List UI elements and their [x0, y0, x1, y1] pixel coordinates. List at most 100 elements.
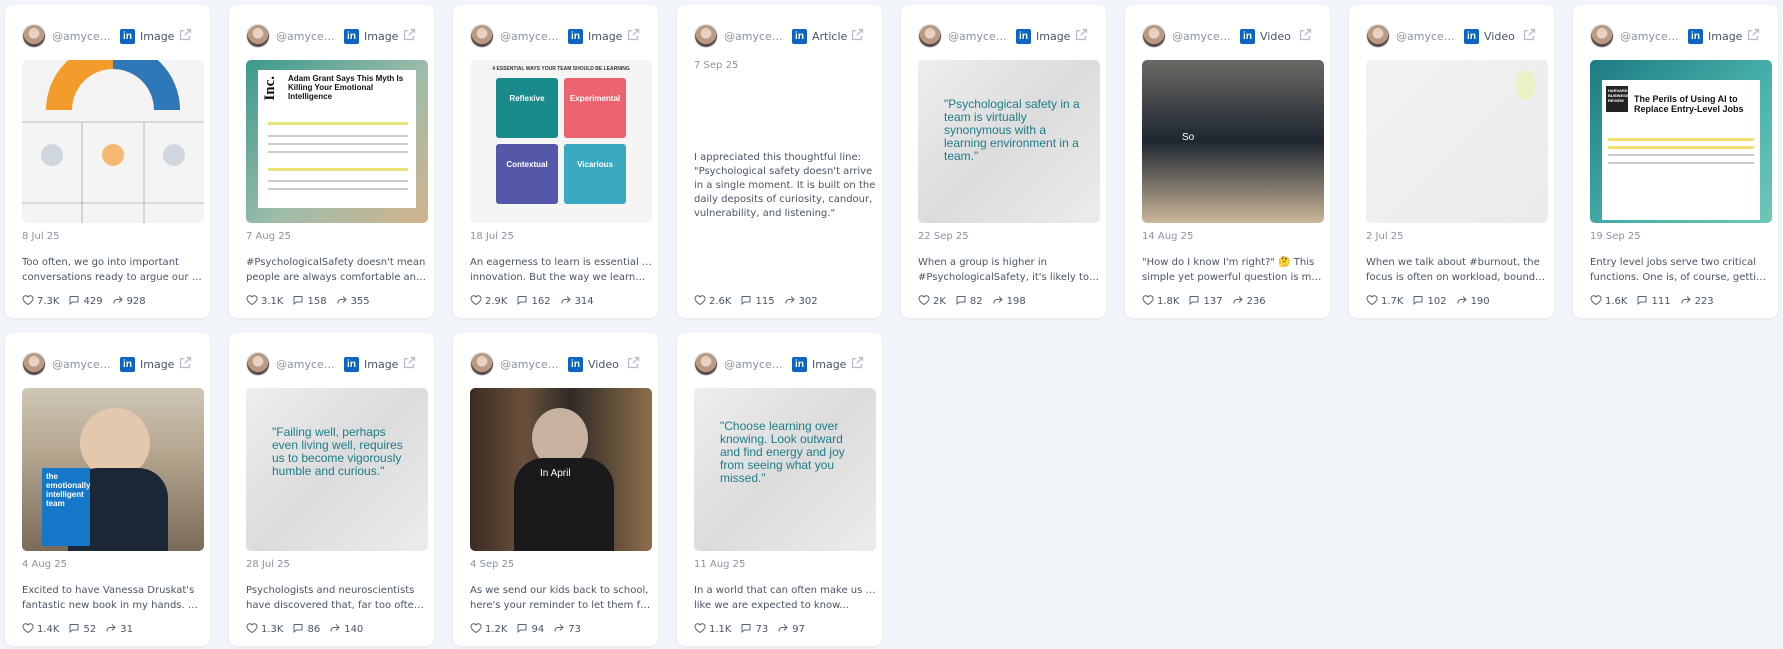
post-media[interactable]: So: [1142, 60, 1324, 223]
post-type-label: Image: [1708, 29, 1743, 43]
external-link-icon[interactable]: [1074, 27, 1089, 46]
post-media[interactable]: 4 ESSENTIAL WAYS YOUR TEAM SHOULD BE LEA…: [470, 60, 652, 223]
external-link-icon[interactable]: [402, 27, 417, 46]
post-caption: Psychologists and neuroscientists have d…: [246, 583, 428, 613]
post-media[interactable]: "Choose learning over knowing. Look outw…: [694, 388, 876, 551]
post-card[interactable]: @amycedmondson in Video 2 Jul 25 When we…: [1349, 5, 1554, 318]
post-media[interactable]: Inc. Adam Grant Says This Myth Is Killin…: [246, 60, 428, 223]
caption-line: Psychologists and neuroscientists: [246, 585, 415, 596]
quad-cell: Contextual: [496, 144, 558, 204]
post-card[interactable]: @amycedmondson in Image "Psychological s…: [901, 5, 1106, 318]
like-count: 1.3K: [261, 624, 284, 635]
author-handle[interactable]: @amycedmondson: [948, 30, 1010, 43]
external-link-icon[interactable]: [626, 355, 641, 374]
post-card[interactable]: @amycedmondson in Image 8 Jul 25 Too oft…: [5, 5, 210, 318]
author-handle[interactable]: @amycedmondson: [276, 358, 338, 371]
quad-cell: Vicarious: [564, 144, 626, 204]
external-link-icon[interactable]: [178, 355, 193, 374]
author-handle[interactable]: @amycedmondson: [500, 358, 562, 371]
author-handle[interactable]: @amycedmondson: [724, 358, 786, 371]
post-date: 7 Aug 25: [246, 231, 291, 242]
post-card[interactable]: @amycedmondson in Video So 14 Aug 25 "Ho…: [1125, 5, 1330, 318]
share-icon: [560, 294, 572, 309]
external-link-icon[interactable]: [850, 355, 865, 374]
like-icon: [470, 622, 482, 637]
post-date: 28 Jul 25: [246, 559, 290, 570]
quote-text: "Choose learning over knowing. Look outw…: [720, 419, 845, 485]
author-handle[interactable]: @amycedmondson: [500, 30, 562, 43]
quad-cell-label: Reflexive: [509, 94, 545, 103]
external-link-icon[interactable]: [1298, 27, 1313, 46]
caption-line: As we send our kids back to school,: [470, 585, 649, 596]
avatar: [470, 24, 494, 48]
book-title: the emotionally intelligent team: [46, 472, 91, 508]
caption-line: Excited to have Vanessa Druskat's: [22, 585, 195, 596]
author-handle[interactable]: @amycedmondson: [52, 358, 114, 371]
share-count: 928: [126, 296, 146, 307]
author-handle[interactable]: @amycedmondson: [724, 30, 786, 43]
comment-icon: [292, 294, 304, 309]
post-type-label: Image: [812, 357, 847, 371]
quad-cell: Experimental: [564, 78, 626, 138]
external-link-icon[interactable]: [850, 27, 865, 46]
comment-icon: [740, 294, 752, 309]
like-count: 1.2K: [485, 624, 508, 635]
external-link-icon[interactable]: [626, 27, 641, 46]
external-link-icon[interactable]: [1522, 27, 1537, 46]
post-date: 19 Sep 25: [1590, 231, 1641, 242]
author-handle[interactable]: @amycedmondson: [1620, 30, 1682, 43]
post-card[interactable]: @amycedmondson in Article I appreciated …: [677, 5, 882, 318]
comment-count: 82: [969, 296, 983, 307]
card-header: @amycedmondson in Article: [694, 24, 865, 48]
post-media[interactable]: [1366, 60, 1548, 223]
post-card[interactable]: @amycedmondson in Image "Failing well, p…: [229, 333, 434, 646]
post-card[interactable]: @amycedmondson in Video In April 4 Sep 2…: [453, 333, 658, 646]
like-icon: [1590, 294, 1602, 309]
post-card[interactable]: @amycedmondson in Image 4 ESSENTIAL WAYS…: [453, 5, 658, 318]
post-type-label: Article: [812, 29, 848, 43]
external-link-icon[interactable]: [1746, 27, 1761, 46]
post-media[interactable]: [22, 60, 204, 223]
linkedin-icon: in: [792, 356, 807, 372]
post-caption: When we talk about #burnout, the focus i…: [1366, 255, 1548, 285]
avatar: [694, 24, 718, 48]
caption-line: fantastic new book in my hands. A...: [22, 600, 204, 611]
hbr-title: The Perils of Using AI to Replace Entry-…: [1634, 94, 1744, 114]
post-card[interactable]: @amycedmondson in Image "Choose learning…: [677, 333, 882, 646]
share-count: 198: [1006, 296, 1026, 307]
caption-line: When we talk about #burnout, the: [1366, 257, 1540, 268]
post-card[interactable]: @amycedmondson in Image Inc. Adam Grant …: [229, 5, 434, 318]
post-media[interactable]: In April: [470, 388, 652, 551]
share-count: 355: [350, 296, 370, 307]
share-count: 97: [792, 624, 805, 635]
post-media[interactable]: the emotionally intelligent team: [22, 388, 204, 551]
avatar: [246, 352, 270, 376]
caption-line: In a world that can often make us feel: [694, 585, 876, 596]
author-handle[interactable]: @amycedmondson: [52, 30, 114, 43]
share-icon: [1456, 294, 1468, 309]
card-header: @amycedmondson in Image: [246, 24, 417, 48]
author-handle[interactable]: @amycedmondson: [276, 30, 338, 43]
linkedin-icon: in: [1464, 28, 1479, 44]
like-icon: [22, 622, 34, 637]
avatar: [246, 24, 270, 48]
post-type-label: Image: [140, 29, 175, 43]
comment-count: 137: [1203, 296, 1223, 307]
comment-icon: [516, 622, 528, 637]
card-header: @amycedmondson in Image: [22, 24, 193, 48]
post-media[interactable]: "Psychological safety in a team is virtu…: [918, 60, 1100, 223]
post-card[interactable]: @amycedmondson in Image HARVARD BUSINESS…: [1573, 5, 1778, 318]
article-preview[interactable]: I appreciated this thoughtful line: "Psy…: [694, 60, 876, 223]
post-media[interactable]: HARVARD BUSINESS REVIEW The Perils of Us…: [1590, 60, 1772, 223]
post-media[interactable]: "Failing well, perhaps even living well,…: [246, 388, 428, 551]
author-handle[interactable]: @amycedmondson: [1396, 30, 1458, 43]
post-card[interactable]: @amycedmondson in Image the emotionally …: [5, 333, 210, 646]
engagement-stats: 2.9K 162 314: [470, 294, 600, 309]
post-caption: When a group is higher in #Psychological…: [918, 255, 1100, 285]
external-link-icon[interactable]: [178, 27, 193, 46]
author-handle[interactable]: @amycedmondson: [1172, 30, 1234, 43]
engagement-stats: 1.7K 102 190: [1366, 294, 1496, 309]
external-link-icon[interactable]: [402, 355, 417, 374]
like-count: 2.6K: [709, 296, 732, 307]
comment-icon: [1188, 294, 1200, 309]
